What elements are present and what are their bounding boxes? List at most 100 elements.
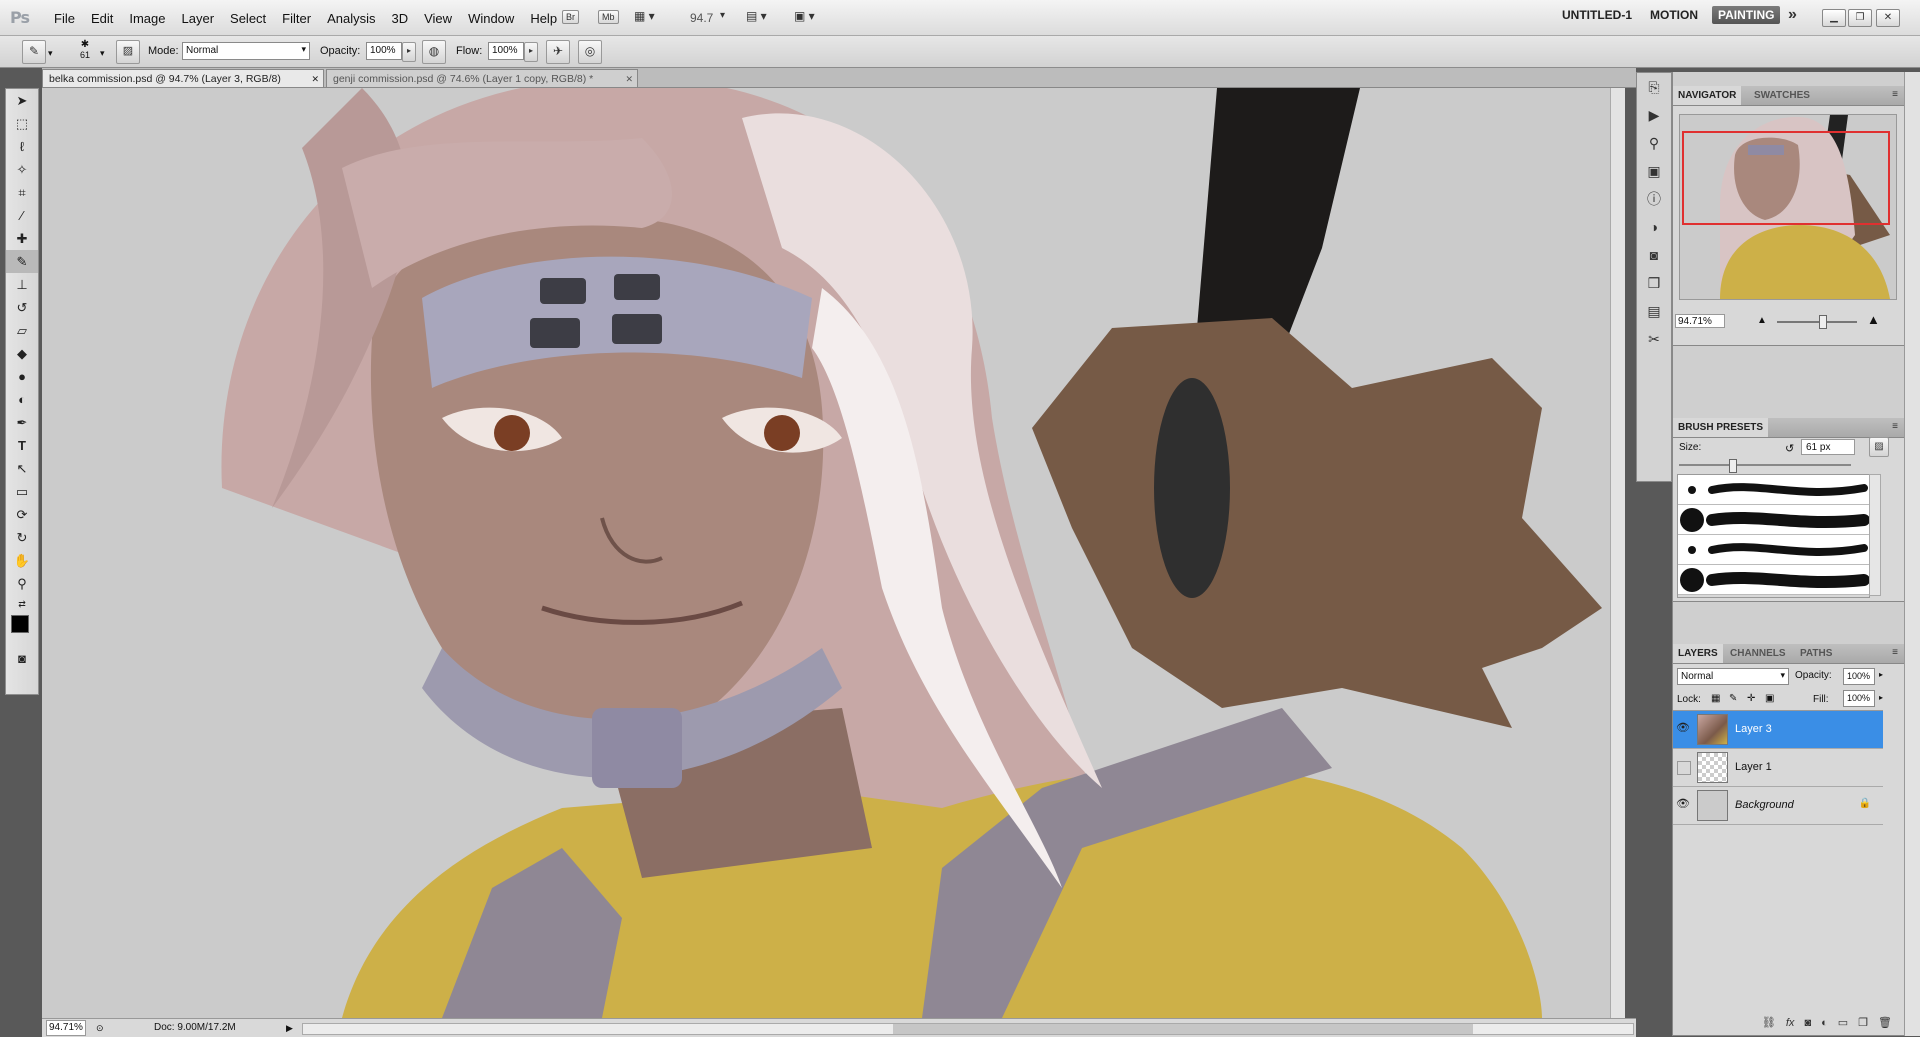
opacity-arrow-icon[interactable]: ▸ — [1879, 670, 1883, 679]
notes-panel-icon[interactable]: ▤ — [1637, 297, 1671, 325]
canvas-horizontal-scrollbar[interactable] — [302, 1023, 1634, 1035]
menu-image[interactable]: Image — [121, 11, 173, 26]
tab-genji-commission[interactable]: genji commission.psd @ 74.6% (Layer 1 co… — [326, 69, 638, 87]
layer-name[interactable]: Layer 1 — [1735, 761, 1772, 773]
move-tool-icon[interactable]: ➤ — [6, 89, 38, 112]
layer-row-layer-3[interactable]: 👁 Layer 3 — [1673, 711, 1883, 749]
menu-select[interactable]: Select — [222, 11, 274, 26]
status-zoom-field[interactable]: 94.71% — [46, 1020, 86, 1036]
lock-transparency-icon[interactable]: ▦ — [1711, 693, 1720, 704]
layer-comps-panel-icon[interactable]: ❒ — [1637, 269, 1671, 297]
lock-pixels-icon[interactable]: ✎ — [1729, 693, 1737, 704]
quick-mask-icon[interactable]: ◙ — [6, 647, 38, 670]
chevron-down-icon[interactable]: ▾ — [48, 48, 53, 59]
adjustment-layer-icon[interactable]: ◐ — [1821, 1014, 1828, 1032]
delete-layer-icon[interactable]: 🗑 — [1878, 1014, 1892, 1032]
tab-navigator[interactable]: NAVIGATOR — [1673, 86, 1742, 105]
menu-view[interactable]: View — [416, 11, 460, 26]
canvas-vertical-scrollbar[interactable] — [1610, 88, 1625, 1018]
workspace-motion[interactable]: MOTION — [1650, 8, 1698, 22]
link-layers-icon[interactable]: ⛓ — [1762, 1014, 1776, 1032]
pressure-opacity-icon[interactable]: ◍ — [422, 40, 446, 64]
hand-tool-icon[interactable]: ✋ — [6, 549, 38, 572]
crop-tool-icon[interactable]: ⌗ — [6, 181, 38, 204]
type-tool-icon[interactable]: T — [6, 434, 38, 457]
clone-stamp-tool-icon[interactable]: ⊥ — [6, 273, 38, 296]
lasso-tool-icon[interactable]: ℓ — [6, 135, 38, 158]
brush-preset-item[interactable] — [1678, 565, 1869, 595]
tab-brush-presets[interactable]: BRUSH PRESETS — [1673, 418, 1769, 437]
restore-icon[interactable]: ❐ — [1848, 9, 1872, 27]
info-panel-icon[interactable]: ⓘ — [1637, 185, 1671, 213]
clone-source-panel-icon[interactable]: ⚲ — [1637, 129, 1671, 157]
tab-channels[interactable]: CHANNELS — [1725, 644, 1791, 663]
close-icon[interactable]: ✕ — [625, 70, 633, 88]
screen-mode-icon[interactable]: ▣ ▾ — [794, 9, 815, 23]
actions-panel-icon[interactable]: ▶ — [1637, 101, 1671, 129]
navigator-zoom-handle[interactable] — [1819, 315, 1827, 329]
brush-size-handle[interactable] — [1729, 459, 1737, 473]
path-selection-tool-icon[interactable]: ↖ — [6, 457, 38, 480]
new-layer-icon[interactable]: ❐ — [1858, 1014, 1868, 1032]
chevron-down-icon[interactable]: ▾ — [720, 10, 725, 21]
workspace-expand-icon[interactable]: » — [1788, 6, 1797, 24]
blur-tool-icon[interactable]: ● — [6, 365, 38, 388]
menu-layer[interactable]: Layer — [174, 11, 223, 26]
fill-arrow-icon[interactable]: ▸ — [1879, 693, 1883, 702]
eye-icon[interactable]: 👁 — [1675, 721, 1691, 737]
tab-paths[interactable]: PATHS — [1795, 644, 1837, 663]
panel-column-scrollbar[interactable] — [1904, 72, 1920, 1036]
pen-tool-icon[interactable]: ✒ — [6, 411, 38, 434]
healing-brush-tool-icon[interactable]: ✚ — [6, 227, 38, 250]
close-icon[interactable]: ✕ — [311, 70, 319, 88]
eyedropper-tool-icon[interactable]: ⁄ — [6, 204, 38, 227]
flow-input[interactable]: 100% — [488, 42, 524, 60]
mini-bridge-button[interactable]: Mb — [598, 10, 619, 24]
minimize-icon[interactable]: ▁ — [1822, 9, 1846, 27]
brush-tool-preset-icon[interactable]: ✎ — [22, 40, 46, 64]
menu-window[interactable]: Window — [460, 11, 522, 26]
pressure-size-icon[interactable]: ◎ — [578, 40, 602, 64]
airbrush-icon[interactable]: ✈ — [546, 40, 570, 64]
mode-select[interactable]: Normal ▾ — [182, 42, 310, 60]
brush-size-slider[interactable] — [1679, 464, 1851, 466]
brush-preset-item[interactable] — [1678, 535, 1869, 565]
view-extras-icon[interactable]: ▦ ▾ — [634, 9, 655, 23]
navigator-zoom-field[interactable]: 94.71% — [1675, 314, 1725, 328]
tab-layers[interactable]: LAYERS — [1673, 644, 1723, 663]
scrollbar-thumb[interactable] — [893, 1024, 1473, 1034]
menu-analysis[interactable]: Analysis — [319, 11, 383, 26]
adjustments-panel-icon[interactable]: ◑ — [1637, 213, 1671, 241]
tool-presets-panel-icon[interactable]: ✂ — [1637, 325, 1671, 353]
navigator-thumbnail[interactable] — [1679, 114, 1897, 300]
tab-belka-commission[interactable]: belka commission.psd @ 94.7% (Layer 3, R… — [42, 69, 324, 87]
3d-orbit-tool-icon[interactable]: ↻ — [6, 526, 38, 549]
zoom-tool-icon[interactable]: ⚲ — [6, 572, 38, 595]
layer-opacity-input[interactable]: 100% — [1843, 668, 1875, 685]
new-group-icon[interactable]: ▭ — [1838, 1014, 1848, 1032]
brush-preset-item[interactable] — [1678, 505, 1869, 535]
fill-input[interactable]: 100% — [1843, 690, 1875, 707]
add-mask-icon[interactable]: ◙ — [1804, 1014, 1811, 1032]
navigator-view-box[interactable] — [1682, 131, 1890, 225]
reset-size-icon[interactable]: ↺ — [1785, 442, 1794, 455]
flow-slider-arrow-icon[interactable]: ▸ — [524, 42, 538, 62]
history-brush-tool-icon[interactable]: ↺ — [6, 296, 38, 319]
menu-edit[interactable]: Edit — [83, 11, 121, 26]
opacity-slider-arrow-icon[interactable]: ▸ — [402, 42, 416, 62]
brush-panel-icon[interactable]: ▨ — [1869, 437, 1889, 457]
magic-wand-tool-icon[interactable]: ✧ — [6, 158, 38, 181]
chevron-down-icon[interactable]: ▾ — [100, 48, 105, 59]
visibility-toggle[interactable] — [1677, 761, 1691, 775]
eye-icon[interactable]: 👁 — [1675, 797, 1691, 813]
layer-row-background[interactable]: 👁 Background 🔒 — [1673, 787, 1883, 825]
shape-tool-icon[interactable]: ▭ — [6, 480, 38, 503]
lock-icon[interactable]: ▣ — [1765, 693, 1774, 704]
zoom-in-icon[interactable]: ▲ — [1867, 312, 1880, 327]
brush-panel-toggle-icon[interactable]: ▨ — [116, 40, 140, 64]
status-menu-arrow-icon[interactable]: ▶ — [286, 1019, 293, 1037]
panel-menu-icon[interactable]: ≡ — [1892, 421, 1898, 432]
paint-bucket-tool-icon[interactable]: ◆ — [6, 342, 38, 365]
brush-list-scrollbar[interactable] — [1869, 474, 1881, 596]
histogram-panel-icon[interactable]: ▣ — [1637, 157, 1671, 185]
